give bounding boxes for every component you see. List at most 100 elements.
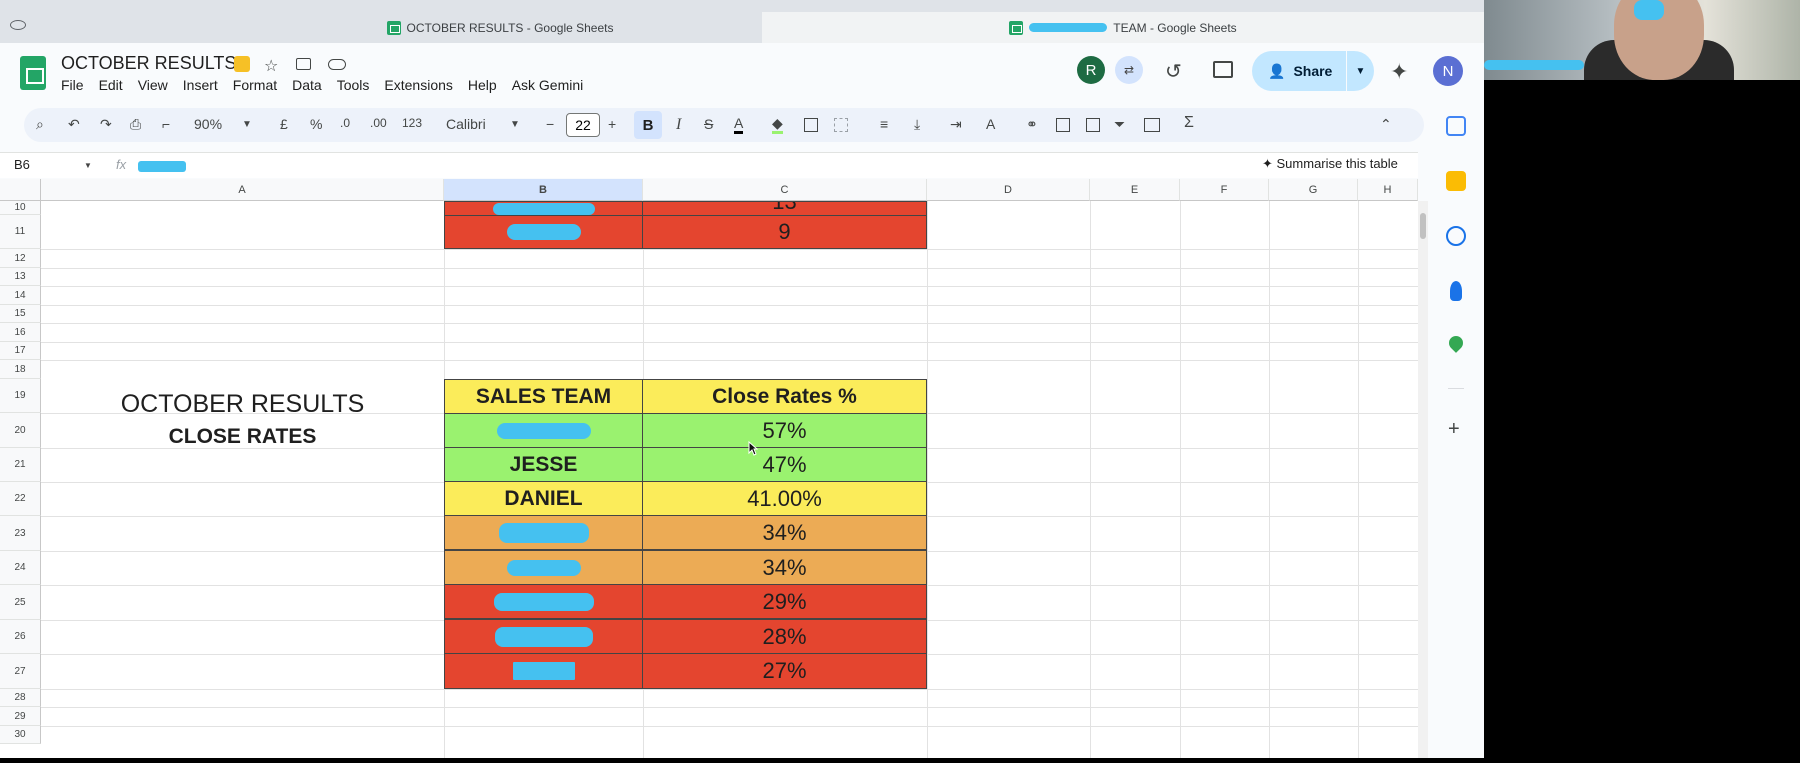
row-header[interactable]: 22 bbox=[0, 482, 41, 516]
calendar-icon[interactable] bbox=[1446, 116, 1466, 136]
font-select[interactable]: Calibri bbox=[446, 116, 486, 132]
insert-chart-icon[interactable] bbox=[1086, 118, 1100, 132]
row-header[interactable]: 21 bbox=[0, 448, 41, 482]
more-formats-button[interactable]: 123 bbox=[402, 116, 422, 130]
search-icon[interactable]: ⌕ bbox=[36, 116, 44, 133]
row-header[interactable]: 20 bbox=[0, 413, 41, 448]
cell-rate-row26[interactable]: 28% bbox=[642, 619, 927, 654]
functions-button[interactable]: Σ bbox=[1184, 114, 1194, 132]
scrollbar-thumb[interactable] bbox=[1420, 213, 1426, 239]
cell-name-row27[interactable] bbox=[444, 653, 643, 689]
row-header[interactable]: 24 bbox=[0, 551, 41, 585]
insert-link-icon[interactable]: ⚭ bbox=[1026, 116, 1038, 133]
insert-comment-icon[interactable] bbox=[1056, 118, 1070, 132]
column-header-c[interactable]: C bbox=[643, 179, 927, 201]
fill-color-icon[interactable]: ◆ bbox=[772, 116, 783, 134]
tasks-icon[interactable] bbox=[1446, 226, 1466, 246]
share-button[interactable]: 👤 Share ▼ bbox=[1252, 51, 1374, 91]
undo-icon[interactable]: ↶ bbox=[68, 116, 80, 133]
cell-c10[interactable]: 13 bbox=[642, 201, 927, 216]
gemini-icon[interactable]: ✦ bbox=[1390, 59, 1408, 85]
sheets-logo-icon[interactable] bbox=[20, 56, 46, 90]
browser-tab-team[interactable]: TEAM - Google Sheets bbox=[762, 12, 1484, 43]
column-header-a[interactable]: A bbox=[41, 179, 444, 201]
spreadsheet-grid[interactable]: A B C D E F G H 10 11 12 13 14 15 16 17 … bbox=[0, 179, 1418, 758]
cell-rate-row24[interactable]: 34% bbox=[642, 550, 927, 585]
keep-icon[interactable] bbox=[1446, 171, 1466, 191]
cell-name-jesse[interactable]: JESSE bbox=[444, 447, 643, 482]
menu-tools[interactable]: Tools bbox=[337, 77, 370, 93]
row-header[interactable]: 23 bbox=[0, 516, 41, 551]
avatar-r[interactable]: R bbox=[1077, 56, 1105, 84]
row-header[interactable]: 26 bbox=[0, 620, 41, 654]
cell-name-daniel[interactable]: DANIEL bbox=[444, 481, 643, 516]
cell-rate-jesse[interactable]: 47% bbox=[642, 447, 927, 482]
row-header[interactable]: 25 bbox=[0, 585, 41, 620]
vertical-align-icon[interactable]: ⤓ bbox=[914, 116, 920, 133]
currency-format-button[interactable]: £ bbox=[280, 116, 288, 132]
decrease-decimal-button[interactable]: .0 bbox=[340, 116, 350, 130]
paint-format-icon[interactable]: ⌐ bbox=[162, 116, 170, 132]
font-size-increase-icon[interactable]: + bbox=[608, 116, 616, 132]
menu-view[interactable]: View bbox=[138, 77, 168, 93]
cell-name-row23[interactable] bbox=[444, 515, 643, 550]
menu-edit[interactable]: Edit bbox=[99, 77, 123, 93]
italic-button[interactable]: I bbox=[676, 116, 681, 134]
zoom-select[interactable]: 90% bbox=[194, 116, 222, 132]
cell-rate-row25[interactable]: 29% bbox=[642, 584, 927, 619]
chevron-down-icon[interactable]: ▼ bbox=[242, 119, 252, 130]
row-header[interactable]: 30 bbox=[0, 726, 41, 744]
strikethrough-icon[interactable]: S bbox=[704, 116, 713, 132]
collaborator-chat-icon[interactable]: ⇄ bbox=[1115, 56, 1143, 84]
filter-views-icon[interactable] bbox=[1144, 118, 1160, 132]
menu-extensions[interactable]: Extensions bbox=[384, 77, 452, 93]
filter-icon[interactable]: ⏷ bbox=[1114, 116, 1125, 133]
move-folder-icon[interactable] bbox=[296, 58, 311, 70]
row-header[interactable]: 28 bbox=[0, 689, 41, 707]
menu-format[interactable]: Format bbox=[233, 77, 277, 93]
cell-b11[interactable] bbox=[444, 215, 643, 249]
cloud-status-icon[interactable] bbox=[328, 59, 346, 70]
increase-decimal-button[interactable]: .00 bbox=[370, 116, 387, 130]
heading-close-rates[interactable]: CLOSE RATES bbox=[41, 425, 444, 449]
horizontal-align-icon[interactable]: ≡ bbox=[880, 116, 888, 132]
borders-icon[interactable] bbox=[804, 118, 818, 132]
star-icon[interactable]: ☆ bbox=[264, 56, 278, 76]
collapse-toolbar-icon[interactable]: ⌃ bbox=[1380, 116, 1392, 133]
cell-name-row25[interactable] bbox=[444, 584, 643, 619]
row-header[interactable]: 11 bbox=[0, 215, 41, 249]
cell-b10[interactable] bbox=[444, 201, 643, 216]
document-title[interactable]: OCTOBER RESULTS bbox=[61, 53, 236, 74]
cell-rate-row27[interactable]: 27% bbox=[642, 653, 927, 689]
row-header[interactable]: 27 bbox=[0, 654, 41, 689]
row-header[interactable]: 10 bbox=[0, 201, 41, 215]
cell-rate-row23[interactable]: 34% bbox=[642, 515, 927, 550]
column-header-d[interactable]: D bbox=[927, 179, 1090, 201]
summarise-table-button[interactable]: ✦ Summarise this table bbox=[1262, 156, 1398, 172]
menu-help[interactable]: Help bbox=[468, 77, 497, 93]
cell-rate-daniel[interactable]: 41.00% bbox=[642, 481, 927, 516]
text-wrapping-icon[interactable]: ⇥ bbox=[950, 116, 962, 133]
column-header-h[interactable]: H bbox=[1358, 179, 1418, 201]
row-header[interactable]: 16 bbox=[0, 323, 41, 342]
comments-icon[interactable] bbox=[1213, 61, 1233, 78]
row-header[interactable]: 13 bbox=[0, 268, 41, 286]
menu-file[interactable]: File bbox=[61, 77, 84, 93]
row-header[interactable]: 15 bbox=[0, 305, 41, 323]
row-header[interactable]: 12 bbox=[0, 249, 41, 268]
header-close-rates[interactable]: Close Rates % bbox=[642, 379, 927, 414]
row-header[interactable]: 19 bbox=[0, 379, 41, 413]
cell-rate-row20[interactable]: 57% bbox=[642, 413, 927, 448]
row-header[interactable]: 14 bbox=[0, 286, 41, 305]
header-sales-team[interactable]: SALES TEAM bbox=[444, 379, 643, 414]
merge-cells-icon[interactable] bbox=[834, 118, 848, 132]
column-header-f[interactable]: F bbox=[1180, 179, 1269, 201]
avatar-n[interactable]: N bbox=[1433, 56, 1463, 86]
bold-button[interactable]: B bbox=[634, 111, 662, 139]
percent-format-button[interactable]: % bbox=[310, 116, 322, 132]
name-box[interactable]: B6 bbox=[14, 157, 30, 172]
add-addon-icon[interactable]: + bbox=[1448, 418, 1460, 441]
chevron-down-icon[interactable]: ▼ bbox=[84, 161, 92, 170]
menu-insert[interactable]: Insert bbox=[183, 77, 218, 93]
column-header-b[interactable]: B bbox=[444, 179, 643, 201]
